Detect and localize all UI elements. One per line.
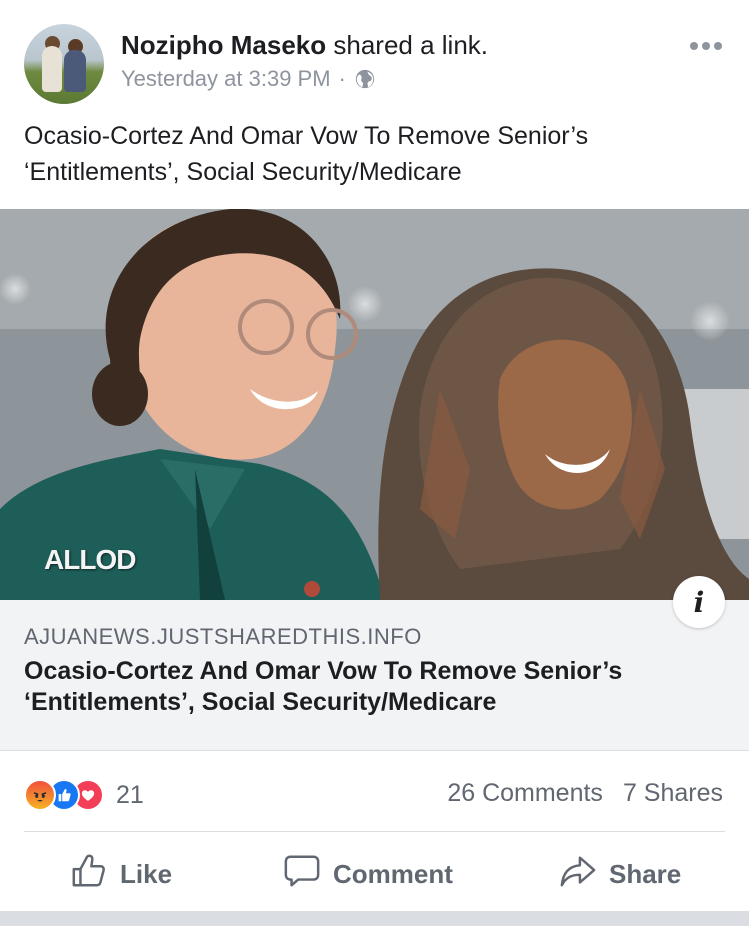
post-header: Nozipho Maseko shared a link. Yesterday …	[0, 0, 749, 110]
globe-icon[interactable]	[354, 68, 376, 90]
link-preview-image[interactable]	[0, 209, 749, 600]
comment-button[interactable]: Comment	[283, 850, 453, 898]
share-label: Share	[609, 858, 682, 889]
link-title-line: ‘Entitlements’, Social Security/Medicare	[24, 688, 497, 716]
avatar[interactable]	[24, 24, 104, 104]
link-domain: AJUANEWS.JUSTSHAREDTHIS.INFO	[24, 624, 422, 649]
post-timestamp[interactable]: Yesterday at 3:39 PM	[121, 66, 331, 92]
post-actions: Like Comment Share	[0, 842, 749, 906]
link-preview-card[interactable]: AJUANEWS.JUSTSHAREDTHIS.INFO Ocasio-Cort…	[0, 209, 749, 751]
reaction-count: 21	[116, 780, 144, 809]
shares-count-link[interactable]: 7 Shares	[623, 779, 723, 808]
post-text-line: Ocasio-Cortez And Omar Vow To Remove Sen…	[24, 122, 589, 150]
watermark-logo: ALLOD	[44, 544, 136, 576]
post-meta: Yesterday at 3:39 PM ·	[121, 66, 376, 92]
feed-separator	[0, 911, 749, 926]
reaction-summary[interactable]: 21	[24, 779, 144, 811]
engagement-stats: 21 26 Comments 7 Shares	[0, 770, 749, 820]
angry-icon	[24, 779, 56, 811]
comment-icon	[283, 852, 321, 897]
post-text: Ocasio-Cortez And Omar Vow To Remove Sen…	[24, 118, 724, 190]
share-icon	[559, 852, 597, 897]
meta-separator: ·	[338, 66, 346, 91]
link-title-line: Ocasio-Cortez And Omar Vow To Remove Sen…	[24, 657, 623, 685]
post-text-line: ‘Entitlements’, Social Security/Medicare	[24, 158, 462, 186]
post-action-text: shared a link.	[333, 30, 489, 60]
author-name[interactable]: Nozipho Maseko	[121, 30, 326, 60]
like-label: Like	[120, 858, 173, 889]
link-info[interactable]: AJUANEWS.JUSTSHAREDTHIS.INFO Ocasio-Cort…	[0, 600, 749, 751]
post-author-line: Nozipho Maseko shared a link.	[121, 30, 488, 61]
action-divider	[24, 831, 725, 832]
like-button[interactable]: Like	[70, 850, 172, 898]
comments-shares: 26 Comments 7 Shares	[447, 779, 723, 808]
link-title: Ocasio-Cortez And Omar Vow To Remove Sen…	[24, 656, 724, 718]
more-options-icon[interactable]	[690, 38, 726, 54]
share-button[interactable]: Share	[559, 850, 681, 898]
thumbs-up-icon	[70, 852, 108, 897]
info-icon[interactable]: i	[673, 576, 725, 628]
watermark-text: ALLOD	[44, 544, 136, 575]
comment-label: Comment	[333, 858, 453, 889]
comments-count-link[interactable]: 26 Comments	[447, 779, 603, 808]
